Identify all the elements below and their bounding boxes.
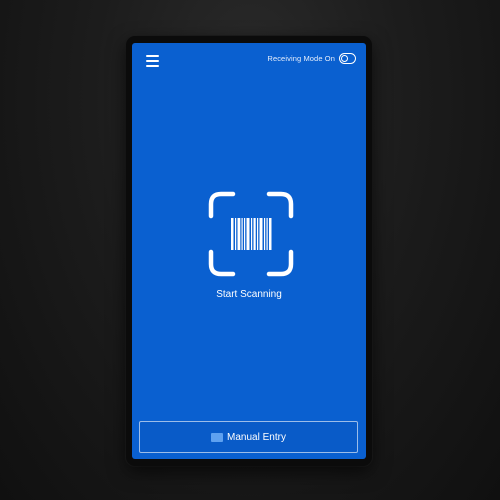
toggle-knob bbox=[340, 54, 348, 62]
scan-frame-corner bbox=[208, 249, 236, 277]
manual-entry-button[interactable]: Manual Entry bbox=[139, 421, 358, 453]
start-scanning-button[interactable] bbox=[207, 190, 295, 278]
receiving-mode-control: Receiving Mode On bbox=[267, 53, 356, 64]
app-screen: Receiving Mode On Start Scanning Manual … bbox=[132, 43, 366, 459]
receiving-mode-toggle[interactable] bbox=[339, 53, 356, 64]
scan-frame-corner bbox=[266, 249, 294, 277]
keyboard-icon bbox=[211, 432, 224, 442]
phone-device: Receiving Mode On Start Scanning Manual … bbox=[126, 36, 372, 466]
start-scanning-label[interactable]: Start Scanning bbox=[132, 289, 366, 300]
receiving-mode-label: Receiving Mode On bbox=[267, 54, 335, 63]
scan-frame-corner bbox=[208, 191, 236, 219]
menu-line bbox=[146, 55, 159, 57]
scan-frame-corner bbox=[266, 191, 294, 219]
manual-entry-label: Manual Entry bbox=[227, 431, 286, 443]
menu-line bbox=[146, 65, 159, 67]
barcode-scan-icon bbox=[208, 191, 294, 277]
menu-line bbox=[146, 60, 159, 62]
barcode-bars bbox=[231, 218, 272, 250]
hamburger-menu-icon[interactable] bbox=[145, 52, 161, 68]
